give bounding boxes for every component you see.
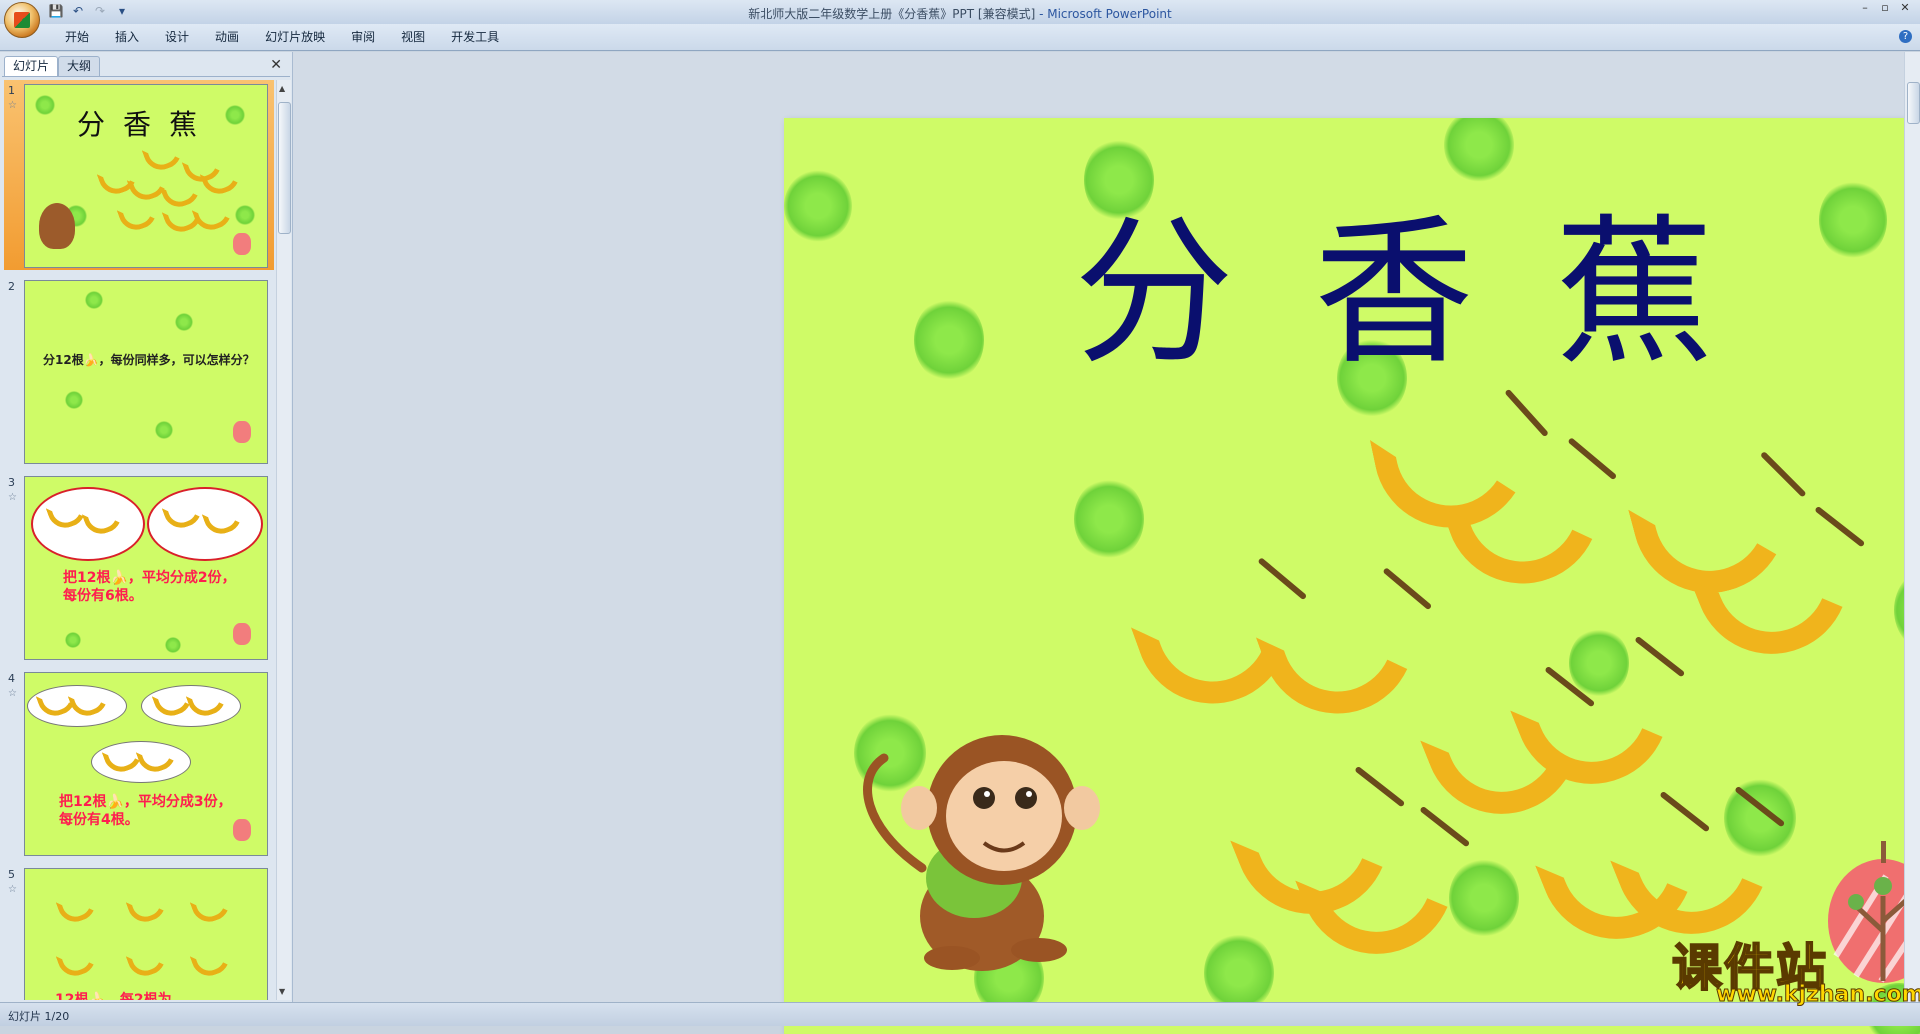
slide-number: 2	[8, 280, 15, 293]
office-button[interactable]	[4, 2, 40, 38]
apple-icon	[233, 421, 251, 443]
thumb-text: 12根🍌，每2根为	[55, 992, 172, 1000]
slide-thumbnails: 1 ☆ 分香蕉 2 分12根🍌，每份同样多，可以怎样分？ 3 ☆ 把12根🍌，平…	[0, 80, 276, 1000]
tab-review[interactable]: 审阅	[338, 30, 388, 48]
scrollbar-thumb[interactable]	[1907, 82, 1920, 124]
close-panel-icon[interactable]: ✕	[270, 57, 282, 73]
tab-view[interactable]: 视图	[388, 30, 438, 48]
document-title: 新北师大版二年级数学上册《分香蕉》PPT [兼容模式]	[748, 7, 1036, 21]
tab-slides[interactable]: 幻灯片	[4, 56, 59, 76]
slide-editor: 分香蕉	[293, 52, 1920, 1034]
watermark-url: www.kjzhan.com	[1716, 982, 1920, 1008]
tab-insert[interactable]: 插入	[102, 30, 152, 48]
animation-star-icon: ☆	[8, 688, 17, 699]
monkey-illustration	[863, 735, 1100, 971]
slide-thumbnail-3[interactable]: 3 ☆ 把12根🍌，平均分成2份，每份有6根。	[4, 472, 274, 662]
minimize-button[interactable]: –	[1856, 2, 1874, 16]
status-bar: 幻灯片 1/20	[0, 1002, 1920, 1026]
monkey-icon	[39, 203, 75, 249]
slide-number: 4	[8, 672, 15, 685]
office-logo-icon	[14, 12, 30, 28]
slide-number: 1	[8, 84, 15, 97]
panel-scrollbar[interactable]: ▲ ▼	[276, 80, 291, 1000]
animation-star-icon: ☆	[8, 100, 17, 111]
slide-thumbnail-2[interactable]: 2 分12根🍌，每份同样多，可以怎样分？	[4, 276, 274, 466]
thumbnail-content: 把12根🍌，平均分成3份，每份有4根。	[24, 672, 268, 856]
panel-tabs: 幻灯片 大纲 ✕	[2, 54, 290, 77]
scroll-down-icon[interactable]: ▼	[279, 987, 285, 996]
current-slide[interactable]: 分香蕉	[784, 118, 1920, 1034]
slide-counter: 幻灯片 1/20	[8, 1010, 70, 1023]
thumb-text: 分12根🍌，每份同样多，可以怎样分？	[43, 353, 255, 367]
tab-outline[interactable]: 大纲	[58, 56, 101, 76]
slide-thumbnail-4[interactable]: 4 ☆ 把12根🍌，平均分成3份，每份有4根。	[4, 668, 274, 858]
slide-thumbnail-1[interactable]: 1 ☆ 分香蕉	[4, 80, 274, 270]
thumbnail-content: 12根🍌，每2根为	[24, 868, 268, 1000]
animation-star-icon: ☆	[8, 492, 17, 503]
slide-thumbnail-5[interactable]: 5 ☆ 12根🍌，每2根为	[4, 864, 274, 1000]
help-icon[interactable]: ?	[1899, 30, 1912, 43]
app-name: - Microsoft PowerPoint	[1039, 7, 1172, 21]
apple-icon	[233, 623, 251, 645]
animation-star-icon: ☆	[8, 884, 17, 895]
tab-design[interactable]: 设计	[152, 30, 202, 48]
window-title: 新北师大版二年级数学上册《分香蕉》PPT [兼容模式] - Microsoft …	[0, 5, 1920, 22]
thumbnail-content: 分12根🍌，每份同样多，可以怎样分？	[24, 280, 268, 464]
scrollbar-thumb[interactable]	[278, 102, 291, 234]
maximize-button[interactable]: ▫	[1876, 2, 1894, 16]
slide-title[interactable]: 分香蕉	[784, 198, 1920, 388]
ribbon: 开始 插入 设计 动画 幻灯片放映 审阅 视图 开发工具 ?	[0, 24, 1920, 51]
slide-number: 5	[8, 868, 15, 881]
editor-scrollbar[interactable]	[1904, 52, 1920, 1002]
window-controls: – ▫ ✕	[1856, 2, 1914, 16]
tab-home[interactable]: 开始	[52, 30, 102, 48]
thumb-title: 分香蕉	[76, 108, 215, 141]
thumb-text: 把12根🍌，平均分成2份，每份有6根。	[63, 570, 236, 604]
tab-slideshow[interactable]: 幻灯片放映	[252, 30, 338, 48]
tab-developer[interactable]: 开发工具	[438, 30, 512, 48]
slide-number: 3	[8, 476, 15, 489]
thumbnail-content: 分香蕉	[24, 84, 268, 268]
title-bar: 💾 ↶ ↷ ▾ 新北师大版二年级数学上册《分香蕉》PPT [兼容模式] - Mi…	[0, 0, 1920, 38]
close-button[interactable]: ✕	[1896, 2, 1914, 16]
tab-animations[interactable]: 动画	[202, 30, 252, 48]
thumb-text: 把12根🍌，平均分成3份，每份有4根。	[59, 794, 232, 828]
thumbnail-content: 把12根🍌，平均分成2份，每份有6根。	[24, 476, 268, 660]
slides-panel: 幻灯片 大纲 ✕ 1 ☆ 分香蕉 2 分12根🍌，每份同样多，可以怎样分？ 3 …	[0, 52, 293, 1002]
apple-icon	[233, 819, 251, 841]
apple-icon	[233, 233, 251, 255]
scroll-up-icon[interactable]: ▲	[279, 84, 285, 93]
watermark-logo: 课件站 www.kjzhan.com	[1671, 928, 1920, 1008]
